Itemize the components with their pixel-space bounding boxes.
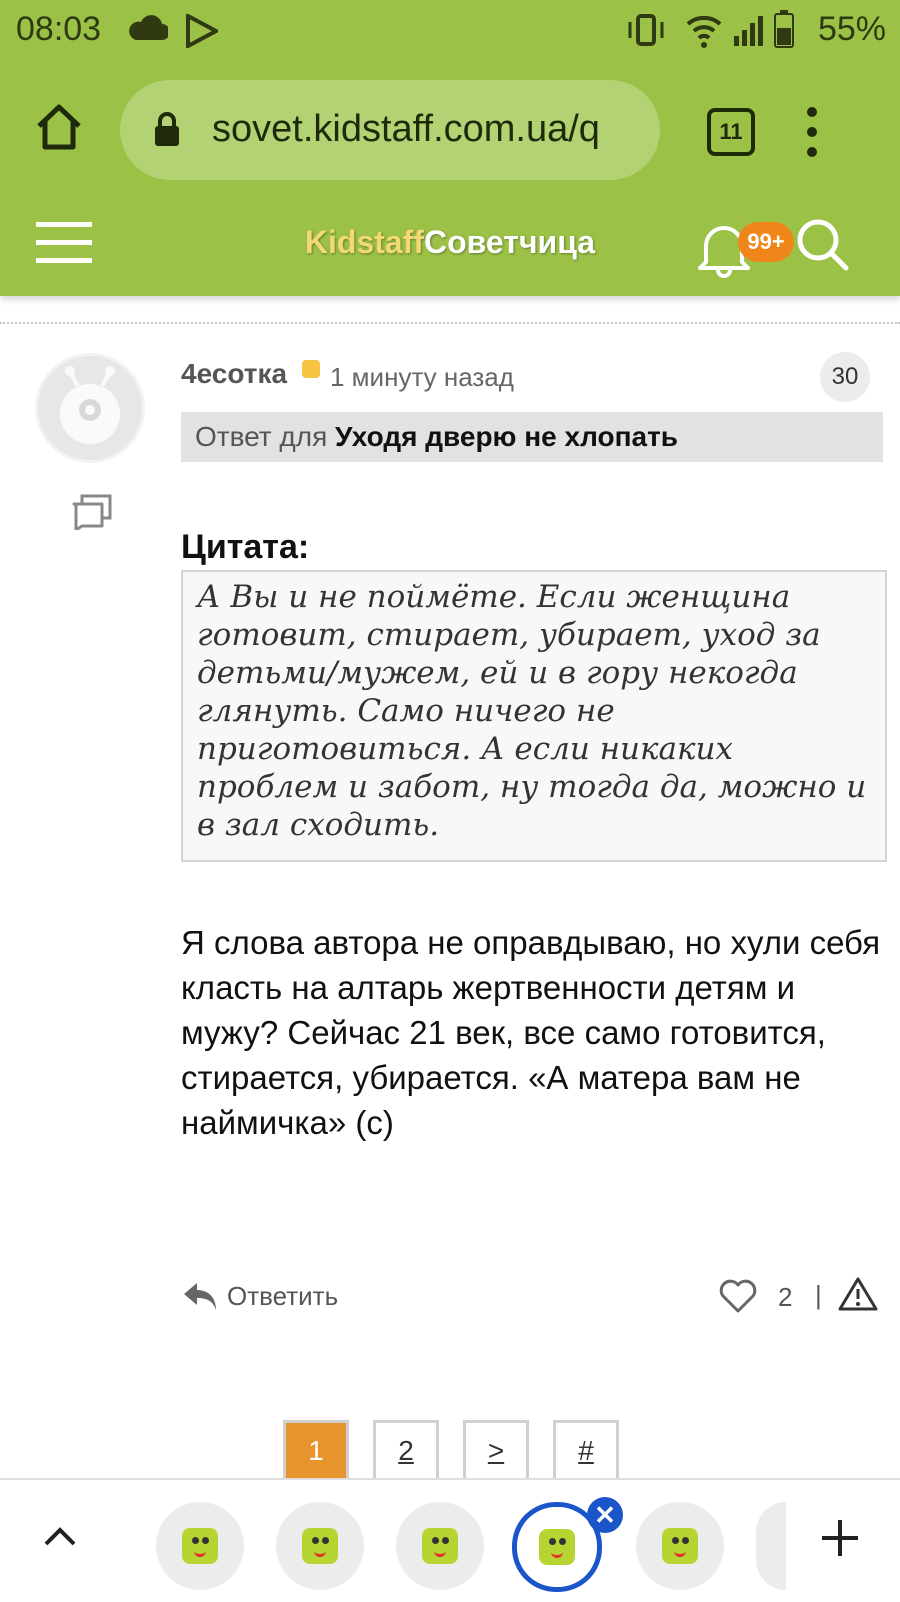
- page-next-button[interactable]: >: [463, 1420, 529, 1482]
- reply-to-prefix: Ответ для: [195, 421, 336, 452]
- kidstaff-favicon-icon: [662, 1528, 698, 1564]
- signal-icon: [734, 16, 763, 46]
- action-separator: |: [815, 1280, 822, 1310]
- avatar-mascot-icon: [60, 366, 120, 444]
- post-number[interactable]: 30: [820, 352, 870, 402]
- logo-kidstaff: Kidstaff: [304, 224, 425, 260]
- reply-to-bar[interactable]: Ответ для Уходя дверю не хлопать: [181, 412, 883, 462]
- notifications-badge[interactable]: 99+: [738, 222, 794, 262]
- lock-icon: [155, 112, 179, 146]
- page-button-2[interactable]: 2: [373, 1420, 439, 1482]
- post-body: Я слова автора не оправдываю, но хули се…: [181, 924, 881, 1141]
- reply-to-target[interactable]: Уходя дверю не хлопать: [335, 421, 678, 452]
- open-tab[interactable]: [156, 1502, 244, 1590]
- url-text: sovet.kidstaff.com.ua/q: [212, 108, 600, 150]
- more-menu-icon[interactable]: [802, 104, 822, 160]
- address-bar[interactable]: sovet.kidstaff.com.ua/q: [120, 80, 660, 180]
- open-tab[interactable]: [276, 1502, 364, 1590]
- wifi-icon: [686, 15, 722, 48]
- battery-icon: [774, 10, 794, 48]
- battery-percent: 55%: [817, 10, 886, 48]
- active-tab[interactable]: ✕: [512, 1497, 623, 1592]
- post-author[interactable]: 4есотка: [181, 358, 287, 390]
- like-count: 2: [778, 1282, 793, 1312]
- vibrate-icon: [628, 14, 664, 46]
- quote-title: Цитата:: [181, 528, 310, 566]
- private-message-icon[interactable]: [72, 494, 114, 530]
- status-bar: 08:03 55%: [0, 0, 900, 64]
- report-warning-icon[interactable]: [838, 1276, 878, 1312]
- reply-arrow-icon: [184, 1283, 216, 1310]
- home-icon[interactable]: [34, 102, 84, 152]
- kidstaff-favicon-icon: [302, 1528, 338, 1564]
- site-header: KidstaffСоветчица 99+: [0, 200, 900, 296]
- close-tab-icon[interactable]: ✕: [587, 1497, 623, 1533]
- reply-button[interactable]: Ответить: [181, 1276, 338, 1316]
- chevron-up-icon[interactable]: [42, 1524, 78, 1548]
- heart-icon[interactable]: [718, 1278, 758, 1314]
- kidstaff-favicon-icon: [539, 1529, 575, 1565]
- page-last-button[interactable]: #: [553, 1420, 619, 1482]
- tab-switcher-button[interactable]: 11: [707, 108, 755, 156]
- kidstaff-favicon-icon: [422, 1528, 458, 1564]
- open-tab[interactable]: [396, 1502, 484, 1590]
- bottom-tab-bar: ✕: [0, 1478, 900, 1602]
- page-button-1[interactable]: 1: [283, 1420, 349, 1482]
- kidstaff-favicon-icon: [182, 1528, 218, 1564]
- author-badge: [302, 360, 320, 378]
- reply-label: Ответить: [227, 1280, 339, 1311]
- logo-sovetchica: Советчица: [424, 224, 596, 260]
- play-store-icon: [186, 14, 218, 48]
- cloud-icon: [129, 15, 168, 40]
- avatar[interactable]: [38, 356, 142, 460]
- search-icon[interactable]: [794, 216, 850, 272]
- divider: [0, 322, 900, 324]
- new-tab-plus-icon[interactable]: [820, 1518, 860, 1558]
- post-time: 1 минуту назад: [330, 362, 514, 392]
- open-tab[interactable]: [636, 1502, 724, 1590]
- quote-text: А Вы и не поймёте. Если женщина готовит,…: [181, 570, 887, 862]
- status-time: 08:03: [16, 10, 102, 48]
- browser-toolbar: sovet.kidstaff.com.ua/q 11: [0, 64, 900, 200]
- open-tab-partial[interactable]: [756, 1502, 786, 1590]
